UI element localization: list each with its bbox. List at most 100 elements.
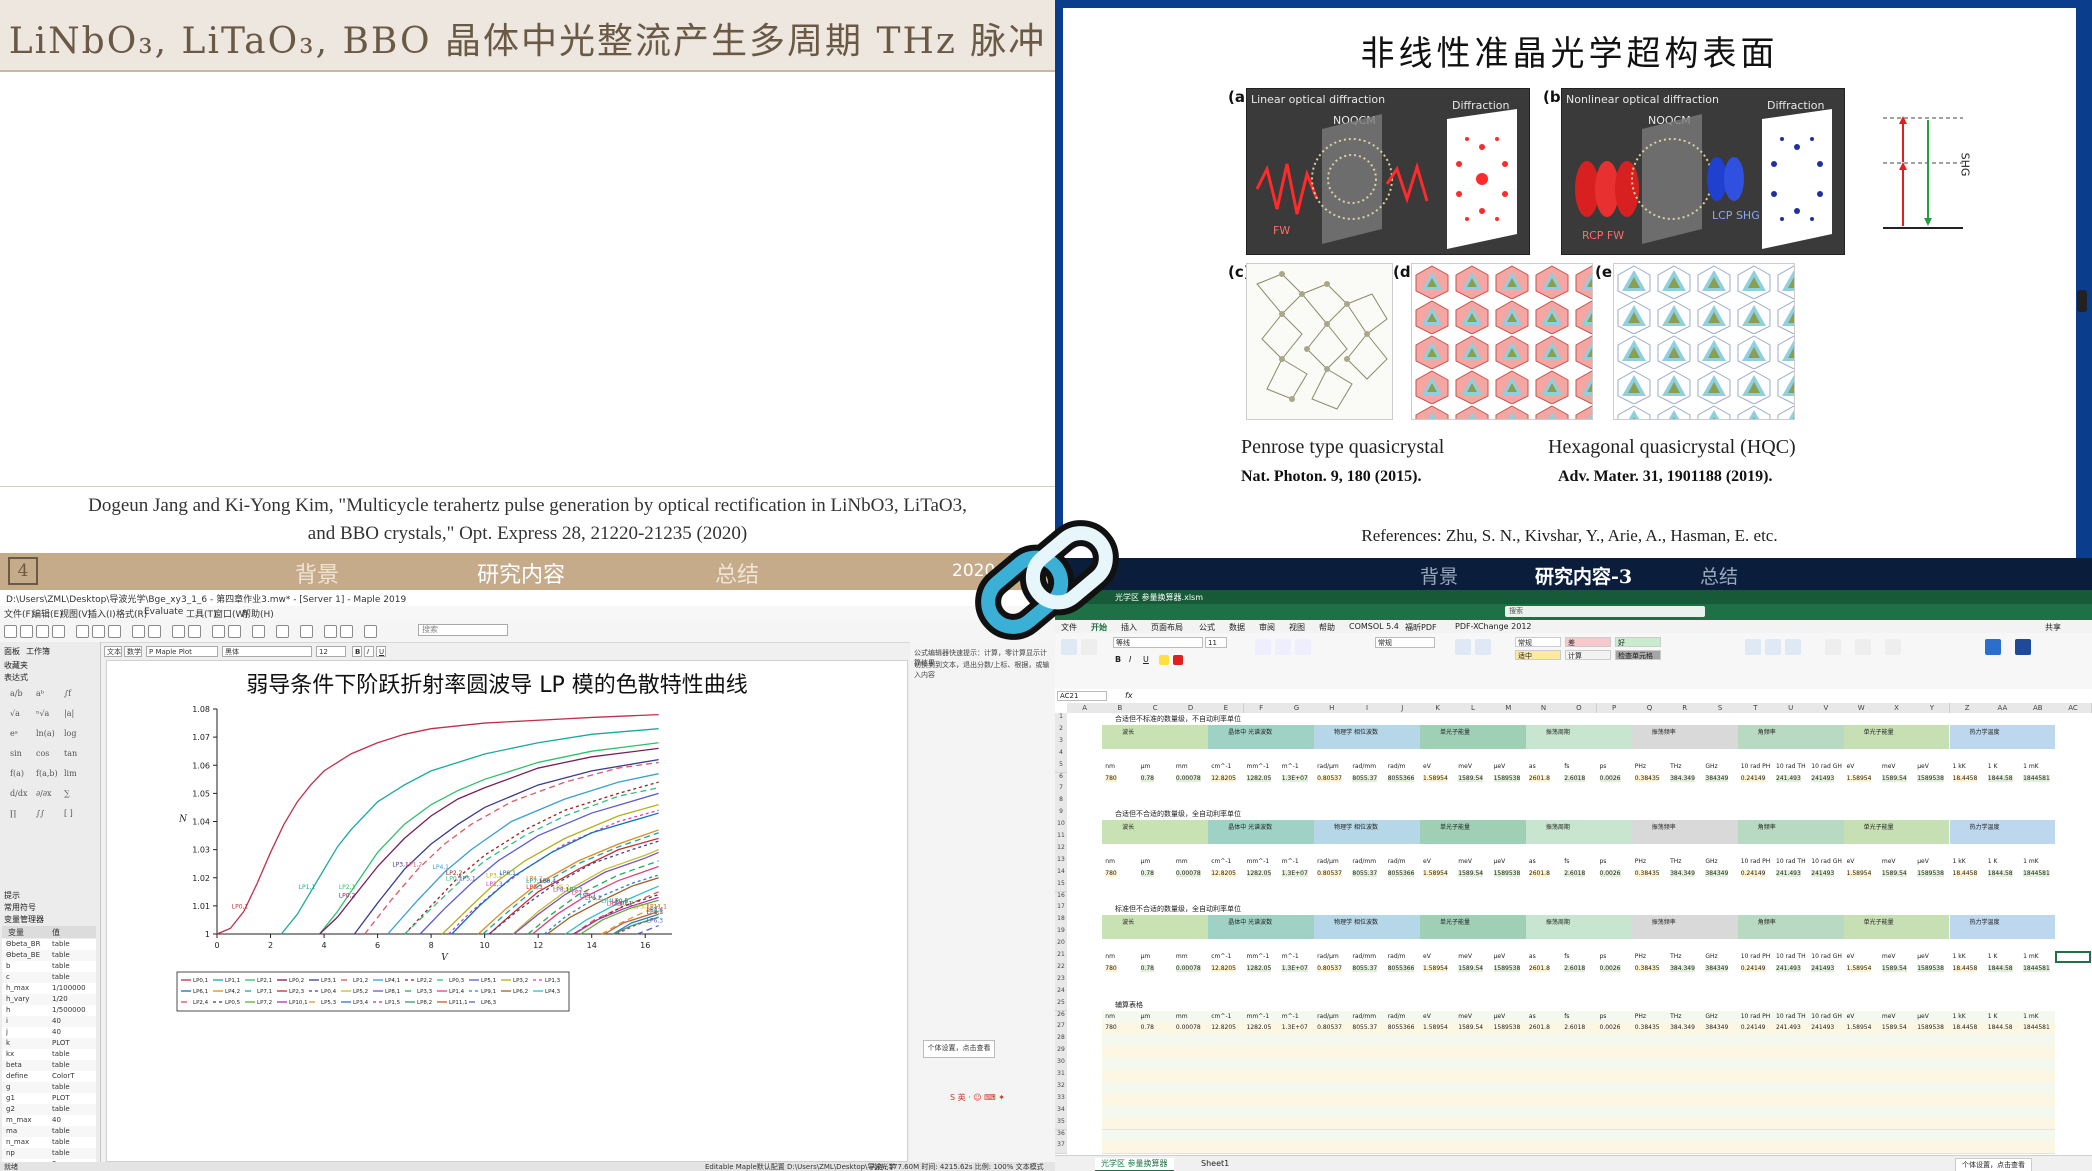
format-mode-math[interactable]: 数学 — [124, 646, 142, 657]
paste-icon[interactable] — [108, 625, 121, 638]
aux-unit-cell[interactable]: mm — [1176, 1013, 1188, 1020]
open-icon[interactable] — [20, 625, 33, 638]
aux-value-cell[interactable]: 0.38435 — [1635, 1024, 1660, 1031]
cell-value[interactable]: nm — [1105, 953, 1115, 960]
aux-value-cell[interactable]: 12.8205 — [1211, 1024, 1236, 1031]
math-mode-icon[interactable] — [188, 625, 201, 638]
cell-value[interactable]: rad/μm — [1317, 953, 1339, 960]
status-popup[interactable]: 个体设置，点击查看 — [1955, 1158, 2032, 1171]
cell-value[interactable]: 384.349 — [1670, 964, 1695, 972]
cell-value[interactable]: 1589.54 — [1881, 964, 1907, 972]
lp-dispersion-chart[interactable]: 0 2 4 6 8 10 12 14 16 1 1.01 1.02 1.03 1.04 1.05 1.06 1.… — [107, 661, 907, 1161]
aux-unit-cell[interactable]: eV — [1847, 1013, 1855, 1020]
tab-comsol[interactable]: COMSOL 5.4 — [1349, 622, 1399, 631]
number-format-select[interactable]: 常规 — [1375, 637, 1435, 648]
cell-value[interactable]: rad/μm — [1317, 858, 1339, 865]
aux-unit-cell[interactable]: 1 K — [1988, 1013, 1998, 1020]
cell-value[interactable]: 384349 — [1705, 964, 1729, 972]
cell-value[interactable]: 241493 — [1811, 774, 1835, 782]
insert-cells-icon[interactable] — [1745, 639, 1761, 655]
column-header[interactable]: AC — [2055, 703, 2092, 713]
name-box[interactable]: AC21 — [1057, 691, 1107, 701]
cell-value[interactable]: 1589538 — [1917, 774, 1944, 782]
row-header[interactable]: 37 — [1055, 1141, 1067, 1155]
cell-value[interactable]: 1589538 — [1917, 869, 1944, 877]
menu-view[interactable]: 视图(V) — [60, 607, 91, 620]
aux-unit-cell[interactable]: m^-1 — [1282, 1013, 1299, 1020]
cell-value[interactable]: 1.58954 — [1423, 869, 1448, 877]
section-expressions[interactable]: 表达式 — [4, 672, 28, 683]
underline-icon[interactable]: U — [1143, 655, 1153, 665]
section-tips[interactable]: 提示 — [4, 890, 20, 901]
cell-value[interactable]: mm^-1 — [1247, 763, 1270, 770]
ime-icon[interactable]: S 英 · ☺ ⌨ ✦ — [950, 1093, 1005, 1102]
cell-value[interactable]: 2.6018 — [1564, 964, 1586, 972]
cell-value[interactable]: 1589.54 — [1458, 869, 1484, 877]
text-mode-icon[interactable] — [172, 625, 185, 638]
column-header[interactable]: T — [1737, 703, 1774, 713]
aux-value-cell[interactable]: 0.00078 — [1176, 1024, 1201, 1031]
cell-value[interactable]: 384.349 — [1670, 869, 1695, 877]
cell-value[interactable]: eV — [1423, 763, 1431, 770]
cell-value[interactable]: 10 rad TH — [1776, 763, 1806, 770]
cell-value[interactable]: rad/mm — [1352, 953, 1376, 960]
cell-value[interactable]: 1589.54 — [1458, 964, 1484, 972]
cell-value[interactable]: 0.38435 — [1634, 964, 1660, 972]
cell-value[interactable]: mm — [1176, 763, 1188, 770]
cell-value[interactable]: 12.8205 — [1211, 964, 1236, 972]
aux-unit-cell[interactable]: 10 rad TH — [1776, 1013, 1806, 1020]
aux-unit-cell[interactable]: fs — [1564, 1013, 1569, 1020]
find-select-icon[interactable] — [1885, 639, 1901, 655]
menu-evaluate[interactable]: Evaluate — [144, 607, 183, 617]
aux-unit-cell[interactable]: ps — [1600, 1013, 1607, 1020]
cell-value[interactable]: ps — [1600, 858, 1607, 865]
excel-search-input[interactable]: 搜索 — [1505, 606, 1705, 617]
cell-value[interactable]: 1 mK — [2023, 763, 2039, 770]
section-favorites[interactable]: 收藏夹 — [4, 660, 28, 671]
cell-value[interactable]: 1 mK — [2023, 953, 2039, 960]
cell-value[interactable]: fs — [1564, 763, 1569, 770]
menu-insert[interactable]: 插入(I) — [88, 607, 116, 620]
sidebar-tab-palettes[interactable]: 面板 — [4, 646, 20, 657]
aux-value-cell[interactable]: 241493 — [1811, 1024, 1834, 1031]
cell-value[interactable]: 10 rad GH — [1811, 953, 1842, 960]
cell-value[interactable]: 1282.05 — [1246, 964, 1272, 972]
cell-value[interactable]: meV — [1458, 858, 1472, 865]
cell-value[interactable]: 1844.58 — [1987, 774, 2013, 782]
font-color-icon[interactable] — [1173, 655, 1183, 665]
aux-value-cell[interactable]: 18.4458 — [1953, 1024, 1978, 1031]
wrap-text-icon[interactable] — [1295, 639, 1311, 655]
cell-value[interactable]: rad/mm — [1352, 858, 1376, 865]
menu-file[interactable]: 文件(F) — [4, 607, 34, 620]
aux-unit-cell[interactable]: meV — [1458, 1013, 1472, 1020]
column-header[interactable]: M — [1490, 703, 1527, 713]
cell-value[interactable]: 1.58954 — [1423, 964, 1448, 972]
align-left-icon[interactable] — [1255, 639, 1271, 655]
cell-value[interactable]: μeV — [1917, 953, 1929, 960]
print-icon[interactable] — [52, 625, 65, 638]
nav-research-3[interactable]: 研究内容-3 — [1535, 562, 1632, 589]
cell-value[interactable]: meV — [1882, 858, 1896, 865]
cell-value[interactable]: PHz — [1635, 763, 1646, 770]
tab-formulas[interactable]: 公式 — [1199, 622, 1215, 633]
cell-value[interactable]: 1589.54 — [1881, 869, 1907, 877]
cell-value[interactable]: μeV — [1494, 953, 1506, 960]
tab-data[interactable]: 数据 — [1229, 622, 1245, 633]
aux-value-cell[interactable]: 1.58954 — [1847, 1024, 1872, 1031]
cell-style-option[interactable]: 适中 — [1515, 650, 1561, 660]
aux-unit-cell[interactable]: THz — [1670, 1013, 1681, 1020]
settings-popup[interactable]: 个体设置，点击查看 — [923, 1040, 995, 1058]
aux-value-cell[interactable]: 0.78 — [1141, 1024, 1154, 1031]
cell-value[interactable]: 780 — [1105, 964, 1117, 972]
cell-value[interactable]: PHz — [1635, 953, 1646, 960]
new-icon[interactable] — [4, 625, 17, 638]
ime-toolbar[interactable]: S 英 · ☺ ⌨ ✦ — [950, 1092, 1040, 1104]
cell-value[interactable]: 0.00078 — [1175, 774, 1201, 782]
cell-value[interactable]: 1 K — [1988, 763, 1998, 770]
cell-value[interactable]: m^-1 — [1282, 763, 1299, 770]
section-common-symbols[interactable]: 常用符号 — [4, 902, 36, 913]
cell-value[interactable]: 0.24149 — [1740, 869, 1766, 877]
cell-value[interactable]: 0.24149 — [1740, 964, 1766, 972]
column-header[interactable]: L — [1455, 703, 1492, 713]
cell-value[interactable]: rad/m — [1388, 858, 1406, 865]
